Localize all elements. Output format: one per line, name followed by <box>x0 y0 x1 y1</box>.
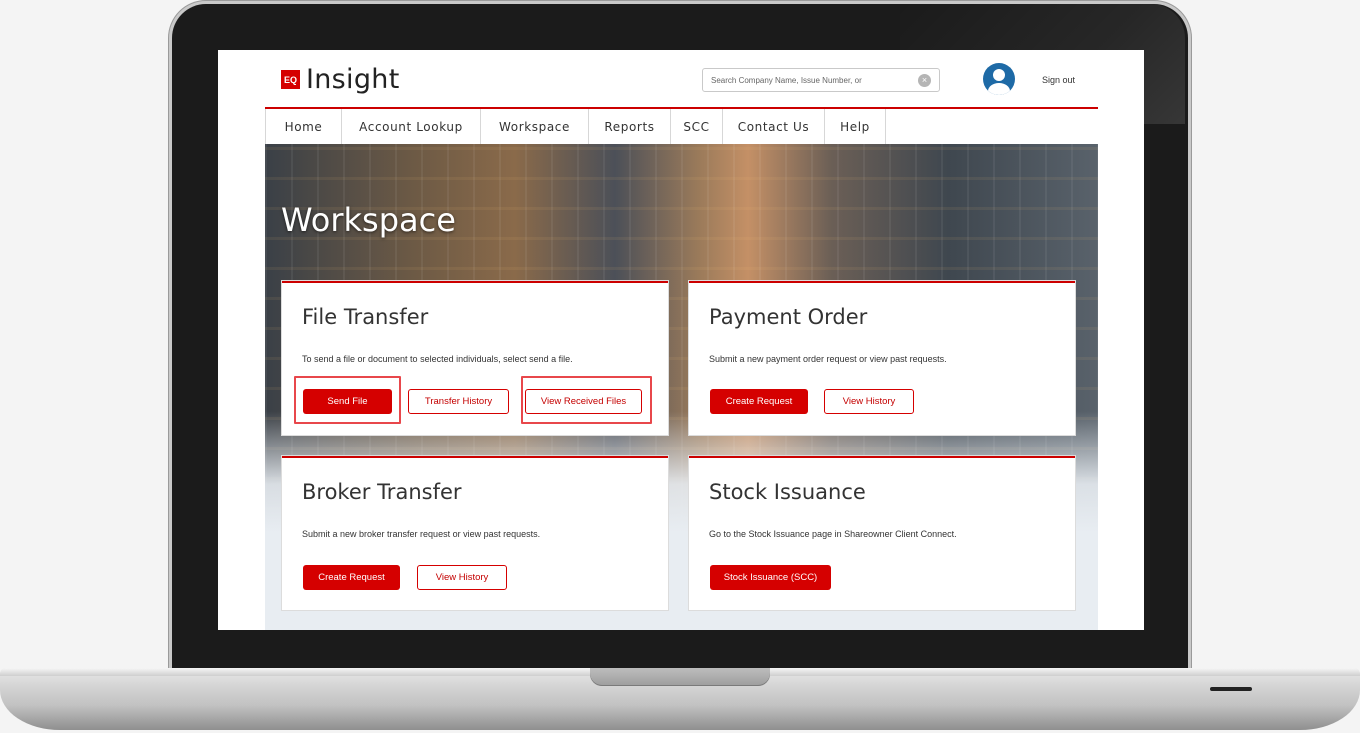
nav-item-reports[interactable]: Reports <box>589 109 671 144</box>
search-placeholder: Search Company Name, Issue Number, or <box>711 75 862 85</box>
card-title: File Transfer <box>302 305 429 329</box>
nav-item-help[interactable]: Help <box>825 109 886 144</box>
create-request-button[interactable]: Create Request <box>710 389 808 414</box>
avatar-body <box>988 83 1010 95</box>
view-history-button[interactable]: View History <box>824 389 914 414</box>
create-request-button[interactable]: Create Request <box>303 565 400 590</box>
highlight-box <box>294 376 401 424</box>
card-title: Stock Issuance <box>709 480 866 504</box>
clear-circle-icon[interactable]: × <box>918 74 931 87</box>
file-transfer-card: File Transfer To send a file or document… <box>282 281 668 435</box>
view-history-button[interactable]: View History <box>417 565 507 590</box>
payment-order-card: Payment Order Submit a new payment order… <box>689 281 1075 435</box>
card-description: Go to the Stock Issuance page in Shareow… <box>709 529 957 539</box>
sign-out-link[interactable]: Sign out <box>1042 75 1075 85</box>
avatar-head <box>993 69 1005 81</box>
nav-item-scc[interactable]: SCC <box>671 109 723 144</box>
card-title: Broker Transfer <box>302 480 462 504</box>
nav-item-account-lookup[interactable]: Account Lookup <box>342 109 481 144</box>
card-description: Submit a new broker transfer request or … <box>302 529 541 539</box>
stock-issuance-scc-button[interactable]: Stock Issuance (SCC) <box>710 565 831 590</box>
stock-issuance-card: Stock Issuance Go to the Stock Issuance … <box>689 456 1075 610</box>
broker-transfer-card: Broker Transfer Submit a new broker tran… <box>282 456 668 610</box>
brand-name: Insight <box>306 64 400 95</box>
site-header: EQ Insight Search Company Name, Issue Nu… <box>265 50 1098 108</box>
nav-item-home[interactable]: Home <box>265 109 342 144</box>
brand-badge: EQ <box>281 70 300 89</box>
laptop-notch <box>590 668 770 686</box>
user-avatar-icon[interactable] <box>983 63 1015 95</box>
laptop-indicator-light <box>1210 687 1252 691</box>
card-title: Payment Order <box>709 305 868 329</box>
page-title: Workspace <box>281 201 456 239</box>
web-page: EQ Insight Search Company Name, Issue Nu… <box>265 50 1098 630</box>
search-input[interactable]: Search Company Name, Issue Number, or × <box>702 68 940 92</box>
laptop-screen: EQ Insight Search Company Name, Issue Nu… <box>218 50 1144 630</box>
card-description: To send a file or document to selected i… <box>302 354 573 364</box>
nav-item-workspace[interactable]: Workspace <box>481 109 589 144</box>
highlight-box <box>521 376 652 424</box>
main-nav: Home Account Lookup Workspace Reports SC… <box>265 107 1098 144</box>
card-description: Submit a new payment order request or vi… <box>709 354 947 364</box>
nav-item-contact-us[interactable]: Contact Us <box>723 109 825 144</box>
transfer-history-button[interactable]: Transfer History <box>408 389 509 414</box>
brand-logo[interactable]: EQ Insight <box>281 64 400 95</box>
